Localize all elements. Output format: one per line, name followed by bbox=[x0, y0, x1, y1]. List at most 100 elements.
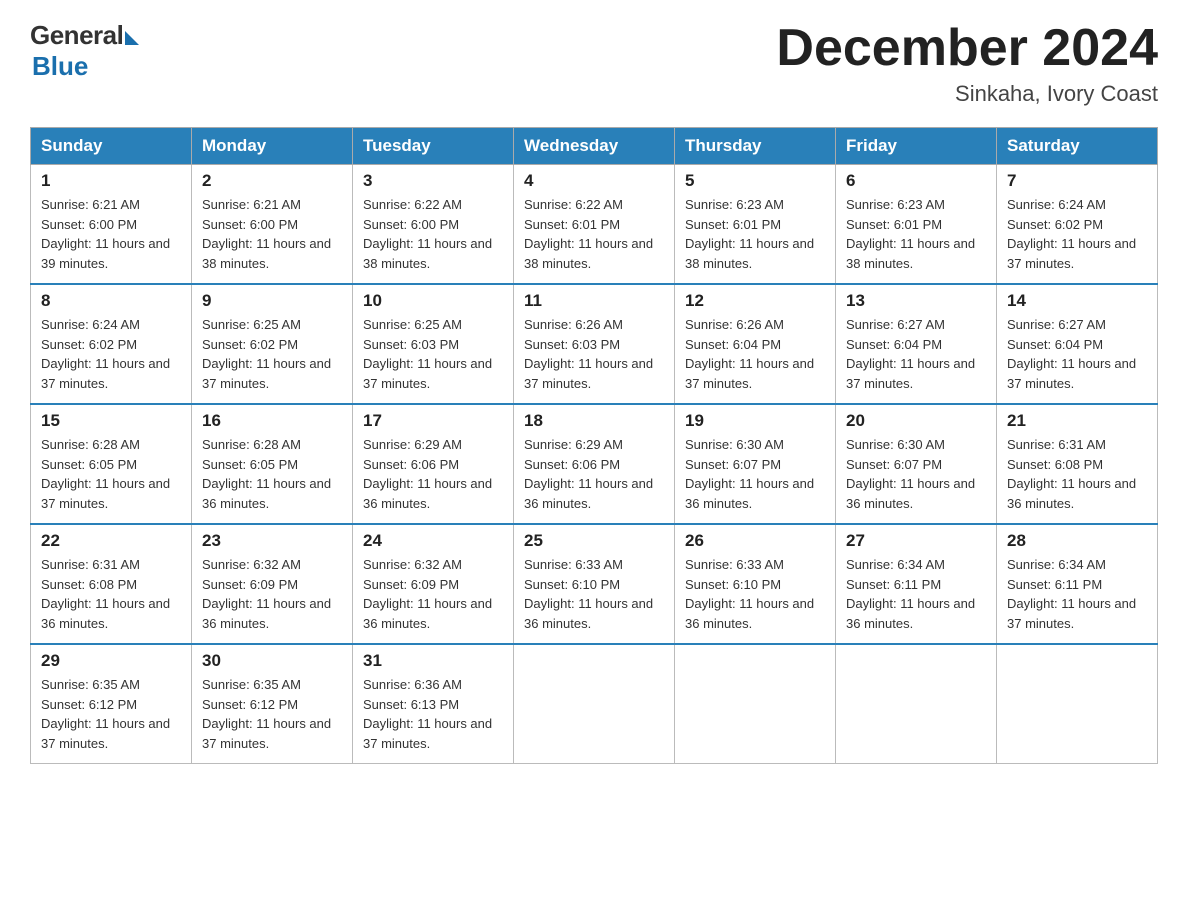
day-info: Sunrise: 6:27 AMSunset: 6:04 PMDaylight:… bbox=[1007, 315, 1147, 393]
table-row: 11 Sunrise: 6:26 AMSunset: 6:03 PMDayligh… bbox=[514, 284, 675, 404]
day-info: Sunrise: 6:34 AMSunset: 6:11 PMDaylight:… bbox=[1007, 555, 1147, 633]
table-row: 17 Sunrise: 6:29 AMSunset: 6:06 PMDayligh… bbox=[353, 404, 514, 524]
calendar-header-row: Sunday Monday Tuesday Wednesday Thursday… bbox=[31, 128, 1158, 165]
day-number: 3 bbox=[363, 171, 503, 191]
table-row: 14Sunrise: 6:27 AMSunset: 6:04 PMDayligh… bbox=[997, 284, 1158, 404]
day-number: 15 bbox=[41, 411, 181, 431]
day-info: Sunrise: 6:21 AMSunset: 6:00 PMDaylight:… bbox=[41, 195, 181, 273]
header-monday: Monday bbox=[192, 128, 353, 165]
table-row: 25Sunrise: 6:33 AMSunset: 6:10 PMDayligh… bbox=[514, 524, 675, 644]
table-row: 6 Sunrise: 6:23 AMSunset: 6:01 PMDaylight… bbox=[836, 165, 997, 285]
day-info: Sunrise: 6:34 AMSunset: 6:11 PMDaylight:… bbox=[846, 555, 986, 633]
day-info: Sunrise: 6:32 AMSunset: 6:09 PMDaylight:… bbox=[202, 555, 342, 633]
table-row: 5Sunrise: 6:23 AMSunset: 6:01 PMDaylight… bbox=[675, 165, 836, 285]
day-info: Sunrise: 6:33 AMSunset: 6:10 PMDaylight:… bbox=[524, 555, 664, 633]
day-info: Sunrise: 6:25 AMSunset: 6:03 PMDaylight:… bbox=[363, 315, 503, 393]
day-info: Sunrise: 6:24 AMSunset: 6:02 PMDaylight:… bbox=[1007, 195, 1147, 273]
day-info: Sunrise: 6:29 AMSunset: 6:06 PMDaylight:… bbox=[363, 435, 503, 513]
table-row: 7 Sunrise: 6:24 AMSunset: 6:02 PMDaylight… bbox=[997, 165, 1158, 285]
day-info: Sunrise: 6:28 AMSunset: 6:05 PMDaylight:… bbox=[41, 435, 181, 513]
table-row: 27 Sunrise: 6:34 AMSunset: 6:11 PMDayligh… bbox=[836, 524, 997, 644]
table-row bbox=[675, 644, 836, 764]
day-info: Sunrise: 6:35 AMSunset: 6:12 PMDaylight:… bbox=[202, 675, 342, 753]
day-number: 11 bbox=[524, 291, 664, 311]
table-row: 24 Sunrise: 6:32 AMSunset: 6:09 PMDayligh… bbox=[353, 524, 514, 644]
page-header: General Blue December 2024 Sinkaha, Ivor… bbox=[30, 20, 1158, 107]
day-number: 9 bbox=[202, 291, 342, 311]
day-info: Sunrise: 6:23 AMSunset: 6:01 PMDaylight:… bbox=[846, 195, 986, 273]
table-row: 29 Sunrise: 6:35 AMSunset: 6:12 PMDayligh… bbox=[31, 644, 192, 764]
day-info: Sunrise: 6:30 AMSunset: 6:07 PMDaylight:… bbox=[846, 435, 986, 513]
logo-blue-text: Blue bbox=[32, 51, 88, 82]
calendar-week-row: 15 Sunrise: 6:28 AMSunset: 6:05 PMDayligh… bbox=[31, 404, 1158, 524]
title-area: December 2024 Sinkaha, Ivory Coast bbox=[776, 20, 1158, 107]
day-info: Sunrise: 6:32 AMSunset: 6:09 PMDaylight:… bbox=[363, 555, 503, 633]
day-number: 23 bbox=[202, 531, 342, 551]
day-info: Sunrise: 6:26 AMSunset: 6:04 PMDaylight:… bbox=[685, 315, 825, 393]
table-row: 15 Sunrise: 6:28 AMSunset: 6:05 PMDayligh… bbox=[31, 404, 192, 524]
table-row: 31 Sunrise: 6:36 AMSunset: 6:13 PMDayligh… bbox=[353, 644, 514, 764]
day-info: Sunrise: 6:29 AMSunset: 6:06 PMDaylight:… bbox=[524, 435, 664, 513]
day-info: Sunrise: 6:26 AMSunset: 6:03 PMDaylight:… bbox=[524, 315, 664, 393]
calendar-week-row: 1 Sunrise: 6:21 AMSunset: 6:00 PMDaylight… bbox=[31, 165, 1158, 285]
logo-general-text: General bbox=[30, 20, 123, 51]
day-number: 6 bbox=[846, 171, 986, 191]
table-row: 2 Sunrise: 6:21 AMSunset: 6:00 PMDaylight… bbox=[192, 165, 353, 285]
table-row: 13 Sunrise: 6:27 AMSunset: 6:04 PMDayligh… bbox=[836, 284, 997, 404]
calendar-week-row: 8 Sunrise: 6:24 AMSunset: 6:02 PMDaylight… bbox=[31, 284, 1158, 404]
day-info: Sunrise: 6:22 AMSunset: 6:00 PMDaylight:… bbox=[363, 195, 503, 273]
table-row: 3 Sunrise: 6:22 AMSunset: 6:00 PMDaylight… bbox=[353, 165, 514, 285]
month-title: December 2024 bbox=[776, 20, 1158, 77]
day-number: 8 bbox=[41, 291, 181, 311]
day-number: 22 bbox=[41, 531, 181, 551]
table-row: 21 Sunrise: 6:31 AMSunset: 6:08 PMDayligh… bbox=[997, 404, 1158, 524]
day-number: 19 bbox=[685, 411, 825, 431]
day-info: Sunrise: 6:28 AMSunset: 6:05 PMDaylight:… bbox=[202, 435, 342, 513]
day-number: 10 bbox=[363, 291, 503, 311]
day-number: 20 bbox=[846, 411, 986, 431]
day-info: Sunrise: 6:25 AMSunset: 6:02 PMDaylight:… bbox=[202, 315, 342, 393]
header-saturday: Saturday bbox=[997, 128, 1158, 165]
logo-arrow-icon bbox=[125, 31, 139, 45]
table-row: 1 Sunrise: 6:21 AMSunset: 6:00 PMDaylight… bbox=[31, 165, 192, 285]
day-info: Sunrise: 6:33 AMSunset: 6:10 PMDaylight:… bbox=[685, 555, 825, 633]
table-row: 19Sunrise: 6:30 AMSunset: 6:07 PMDayligh… bbox=[675, 404, 836, 524]
day-number: 24 bbox=[363, 531, 503, 551]
day-number: 21 bbox=[1007, 411, 1147, 431]
header-tuesday: Tuesday bbox=[353, 128, 514, 165]
day-number: 18 bbox=[524, 411, 664, 431]
day-number: 1 bbox=[41, 171, 181, 191]
day-number: 26 bbox=[685, 531, 825, 551]
calendar-week-row: 22 Sunrise: 6:31 AMSunset: 6:08 PMDayligh… bbox=[31, 524, 1158, 644]
day-info: Sunrise: 6:27 AMSunset: 6:04 PMDaylight:… bbox=[846, 315, 986, 393]
day-number: 27 bbox=[846, 531, 986, 551]
day-info: Sunrise: 6:35 AMSunset: 6:12 PMDaylight:… bbox=[41, 675, 181, 753]
table-row: 12Sunrise: 6:26 AMSunset: 6:04 PMDayligh… bbox=[675, 284, 836, 404]
table-row: 9 Sunrise: 6:25 AMSunset: 6:02 PMDaylight… bbox=[192, 284, 353, 404]
table-row: 26 Sunrise: 6:33 AMSunset: 6:10 PMDayligh… bbox=[675, 524, 836, 644]
table-row bbox=[514, 644, 675, 764]
logo: General Blue bbox=[30, 20, 139, 82]
day-number: 2 bbox=[202, 171, 342, 191]
day-info: Sunrise: 6:21 AMSunset: 6:00 PMDaylight:… bbox=[202, 195, 342, 273]
day-info: Sunrise: 6:31 AMSunset: 6:08 PMDaylight:… bbox=[1007, 435, 1147, 513]
table-row: 8 Sunrise: 6:24 AMSunset: 6:02 PMDaylight… bbox=[31, 284, 192, 404]
day-number: 17 bbox=[363, 411, 503, 431]
table-row: 18 Sunrise: 6:29 AMSunset: 6:06 PMDayligh… bbox=[514, 404, 675, 524]
location-subtitle: Sinkaha, Ivory Coast bbox=[776, 81, 1158, 107]
calendar-week-row: 29 Sunrise: 6:35 AMSunset: 6:12 PMDayligh… bbox=[31, 644, 1158, 764]
table-row: 20 Sunrise: 6:30 AMSunset: 6:07 PMDayligh… bbox=[836, 404, 997, 524]
table-row bbox=[997, 644, 1158, 764]
day-number: 31 bbox=[363, 651, 503, 671]
day-number: 7 bbox=[1007, 171, 1147, 191]
day-number: 16 bbox=[202, 411, 342, 431]
calendar-table: Sunday Monday Tuesday Wednesday Thursday… bbox=[30, 127, 1158, 764]
day-info: Sunrise: 6:31 AMSunset: 6:08 PMDaylight:… bbox=[41, 555, 181, 633]
day-info: Sunrise: 6:24 AMSunset: 6:02 PMDaylight:… bbox=[41, 315, 181, 393]
day-number: 13 bbox=[846, 291, 986, 311]
day-info: Sunrise: 6:22 AMSunset: 6:01 PMDaylight:… bbox=[524, 195, 664, 273]
day-number: 4 bbox=[524, 171, 664, 191]
day-number: 29 bbox=[41, 651, 181, 671]
day-info: Sunrise: 6:36 AMSunset: 6:13 PMDaylight:… bbox=[363, 675, 503, 753]
table-row bbox=[836, 644, 997, 764]
